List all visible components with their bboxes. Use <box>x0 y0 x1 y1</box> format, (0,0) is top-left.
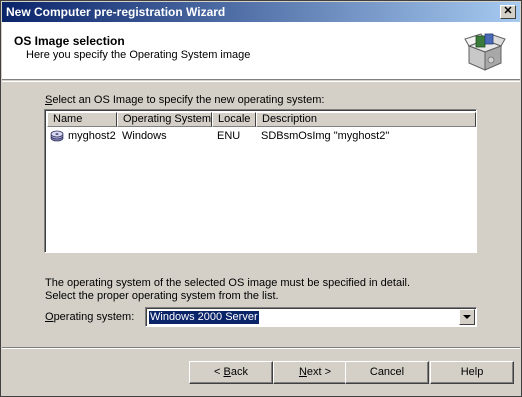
info-text: The operating system of the selected OS … <box>45 277 410 303</box>
chevron-down-icon[interactable] <box>459 309 475 325</box>
column-header-locale[interactable]: Locale <box>212 112 256 127</box>
list-item[interactable]: myghost2 Windows ENU SDBsmOsImg "myghost… <box>47 128 476 145</box>
cancel-button[interactable]: Cancel <box>345 361 429 384</box>
page-title: OS Image selection <box>14 34 125 48</box>
help-button[interactable]: Help <box>430 361 514 384</box>
wizard-header: OS Image selection Here you specify the … <box>2 22 520 80</box>
column-header-name[interactable]: Name <box>47 112 117 127</box>
close-icon: ✕ <box>503 5 513 17</box>
operating-system-select[interactable]: Windows 2000 Server <box>145 307 477 327</box>
button-separator <box>2 347 520 349</box>
info-line-2: Select the proper operating system from … <box>45 290 279 302</box>
cell-description: SDBsmOsImg "myghost2" <box>261 130 390 142</box>
wizard-window: New Computer pre-registration Wizard ✕ O… <box>0 0 522 397</box>
cell-locale: ENU <box>217 130 241 142</box>
title-bar[interactable]: New Computer pre-registration Wizard ✕ <box>2 2 520 22</box>
operating-system-label: Operating system: <box>45 311 135 323</box>
disk-image-icon <box>50 130 64 142</box>
page-subtitle: Here you specify the Operating System im… <box>26 49 251 61</box>
window-title: New Computer pre-registration Wizard <box>6 5 226 19</box>
info-line-1: The operating system of the selected OS … <box>45 277 411 289</box>
column-header-description[interactable]: Description <box>256 112 476 127</box>
header-divider <box>2 81 520 82</box>
box-package-icon <box>464 33 506 71</box>
os-image-list-label: Select an OS Image to specify the new op… <box>45 94 325 106</box>
column-header-operating-system[interactable]: Operating System <box>117 112 212 127</box>
operating-system-selected-value: Windows 2000 Server <box>149 311 259 324</box>
cell-name: myghost2 <box>68 130 116 142</box>
os-image-list-label-text: elect an OS Image to specify the new ope… <box>52 94 325 106</box>
list-header: Name Operating System Locale Description <box>47 112 476 127</box>
back-button[interactable]: < Back <box>189 361 273 384</box>
cell-operating-system: Windows <box>122 130 167 142</box>
os-image-list[interactable]: Name Operating System Locale Description… <box>44 109 477 253</box>
close-button[interactable]: ✕ <box>500 5 516 19</box>
